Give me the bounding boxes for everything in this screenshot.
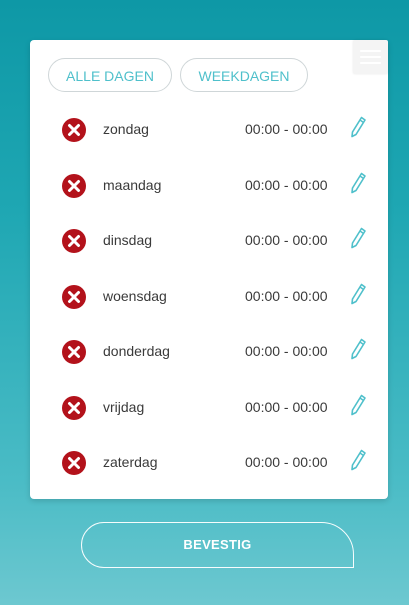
pencil-icon[interactable] <box>349 283 367 305</box>
schedule-card: ALLE DAGEN WEEKDAGEN zondag 00:00 - 00:00… <box>30 40 388 499</box>
pencil-icon[interactable] <box>349 227 367 249</box>
day-row: vrijdag 00:00 - 00:00 <box>30 388 388 428</box>
hamburger-icon[interactable] <box>353 40 388 74</box>
remove-icon[interactable] <box>62 229 86 253</box>
day-row: maandag 00:00 - 00:00 <box>30 166 388 206</box>
day-name: woensdag <box>103 287 167 304</box>
day-time: 00:00 - 00:00 <box>245 343 328 359</box>
day-row: zaterdag 00:00 - 00:00 <box>30 443 388 483</box>
day-time: 00:00 - 00:00 <box>245 232 328 248</box>
day-name: zaterdag <box>103 454 158 470</box>
all-days-button[interactable]: ALLE DAGEN <box>48 58 172 92</box>
remove-icon[interactable] <box>62 451 86 475</box>
remove-icon[interactable] <box>62 284 86 309</box>
day-row: zondag 00:00 - 00:00 <box>30 110 388 150</box>
day-name: donderdag <box>103 343 170 359</box>
day-time: 00:00 - 00:00 <box>245 398 328 415</box>
remove-icon[interactable] <box>62 395 86 420</box>
day-time: 00:00 - 00:00 <box>245 287 328 304</box>
menu-line <box>360 56 381 58</box>
day-name: zondag <box>103 121 149 137</box>
remove-icon[interactable] <box>62 340 86 364</box>
remove-icon[interactable] <box>62 173 86 198</box>
pencil-icon[interactable] <box>349 338 367 360</box>
day-row: woensdag 00:00 - 00:00 <box>30 277 388 317</box>
remove-icon[interactable] <box>62 118 86 142</box>
day-row: donderdag 00:00 - 00:00 <box>30 332 388 372</box>
menu-line <box>360 50 381 52</box>
day-name: maandag <box>103 176 162 193</box>
day-name: dinsdag <box>103 232 153 248</box>
pencil-icon[interactable] <box>349 116 367 138</box>
pencil-icon[interactable] <box>349 172 367 194</box>
confirm-button[interactable]: BEVESTIG <box>81 522 354 568</box>
weekdays-button[interactable]: WEEKDAGEN <box>180 58 308 92</box>
day-name: vrijdag <box>103 398 145 415</box>
pencil-icon[interactable] <box>349 449 367 471</box>
day-time: 00:00 - 00:00 <box>245 176 328 193</box>
day-time: 00:00 - 00:00 <box>245 454 328 470</box>
day-time: 00:00 - 00:00 <box>245 121 328 137</box>
pencil-icon[interactable] <box>349 394 367 416</box>
day-row: dinsdag 00:00 - 00:00 <box>30 221 388 261</box>
menu-line <box>360 62 381 64</box>
